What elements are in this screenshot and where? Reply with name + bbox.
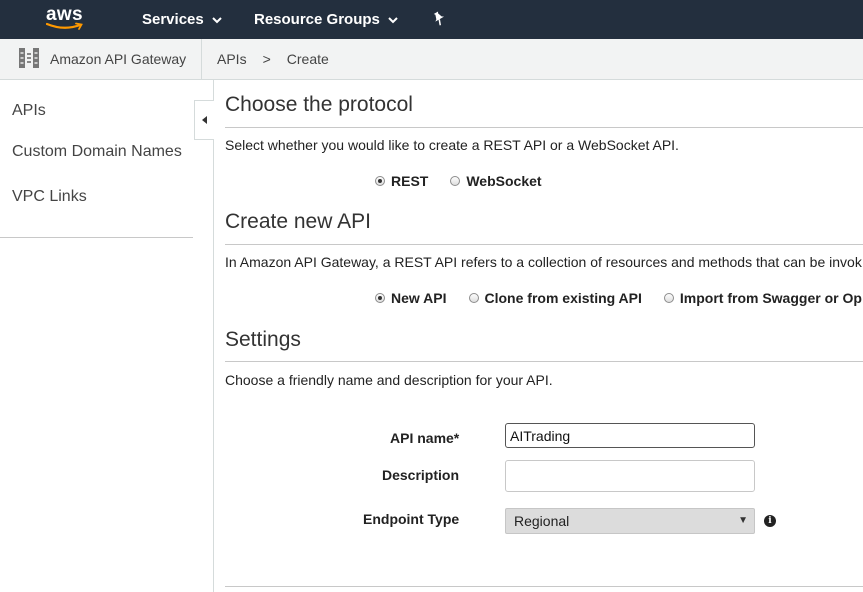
settings-description: Choose a friendly name and description f… — [225, 372, 553, 388]
protocol-description: Select whether you would like to create … — [225, 137, 679, 153]
service-name-label: Amazon API Gateway — [50, 51, 187, 67]
description-label: Description — [382, 467, 460, 483]
protocol-section-title: Choose the protocol — [225, 93, 413, 116]
radio-import-swagger-label: Import from Swagger or Op — [679, 290, 862, 306]
aws-smile-icon — [46, 22, 83, 30]
sidebar-collapse-button[interactable] — [194, 100, 214, 140]
radio-button[interactable] — [375, 293, 385, 303]
radio-rest[interactable]: REST — [375, 173, 428, 189]
section-divider — [225, 244, 863, 245]
radio-button[interactable] — [450, 176, 461, 186]
endpoint-type-label: Endpoint Type — [363, 511, 460, 527]
aws-logo[interactable]: aws — [46, 4, 90, 34]
radio-import-swagger[interactable]: Import from Swagger or Op — [663, 290, 862, 306]
section-divider — [225, 361, 863, 362]
radio-clone-api-label: Clone from existing API — [484, 290, 642, 306]
breadcrumb: APIs > Create — [217, 39, 329, 79]
chevron-down-icon — [212, 15, 222, 27]
breadcrumb-create: Create — [286, 51, 329, 67]
radio-new-api[interactable]: New API — [375, 290, 447, 306]
main-content: Choose the protocol Select whether you w… — [225, 80, 863, 592]
endpoint-type-select[interactable]: Regional ▼ — [505, 508, 755, 534]
sidebar-item-vpc-links[interactable]: VPC Links — [12, 188, 87, 206]
sidebar: APIs Custom Domain Names VPC Links — [0, 80, 214, 592]
api-name-input[interactable] — [505, 423, 755, 448]
radio-button[interactable] — [468, 293, 479, 303]
create-api-section-title: Create new API — [225, 210, 371, 233]
services-menu[interactable]: Services — [142, 11, 222, 28]
radio-button[interactable] — [663, 293, 674, 303]
api-name-label: API name* — [390, 430, 460, 446]
pin-icon[interactable] — [432, 11, 446, 27]
caret-left-icon — [201, 111, 208, 129]
section-divider — [225, 127, 863, 128]
create-api-radio-group: New API Clone from existing API Import f… — [375, 290, 863, 306]
sidebar-divider — [0, 237, 193, 238]
create-api-description: In Amazon API Gateway, a REST API refers… — [225, 254, 862, 270]
api-gateway-home-link[interactable]: Amazon API Gateway — [0, 39, 202, 79]
chevron-down-icon — [388, 15, 398, 27]
protocol-radio-group: REST WebSocket — [375, 173, 564, 189]
info-icon[interactable]: i — [764, 515, 776, 527]
description-input[interactable] — [505, 460, 755, 492]
api-gateway-icon — [18, 46, 40, 73]
breadcrumb-apis[interactable]: APIs — [217, 51, 247, 67]
settings-section-title: Settings — [225, 328, 301, 351]
radio-websocket-label: WebSocket — [466, 173, 542, 189]
services-label: Services — [142, 11, 204, 28]
endpoint-type-value: Regional — [514, 513, 570, 529]
breadcrumb-separator: > — [262, 51, 271, 67]
resource-groups-label: Resource Groups — [254, 11, 380, 28]
dropdown-arrow-icon: ▼ — [738, 515, 748, 526]
radio-button[interactable] — [375, 176, 385, 186]
resource-groups-menu[interactable]: Resource Groups — [254, 11, 398, 28]
sidebar-item-custom-domain-names[interactable]: Custom Domain Names — [12, 143, 182, 161]
sidebar-item-apis[interactable]: APIs — [12, 102, 46, 120]
radio-websocket[interactable]: WebSocket — [450, 173, 542, 189]
top-navigation-bar: aws Services Resource Groups — [0, 0, 863, 39]
radio-rest-label: REST — [391, 173, 429, 189]
section-divider — [225, 586, 863, 587]
radio-new-api-label: New API — [391, 290, 447, 306]
radio-clone-api[interactable]: Clone from existing API — [468, 290, 642, 306]
service-header-bar: Amazon API Gateway APIs > Create — [0, 39, 863, 80]
